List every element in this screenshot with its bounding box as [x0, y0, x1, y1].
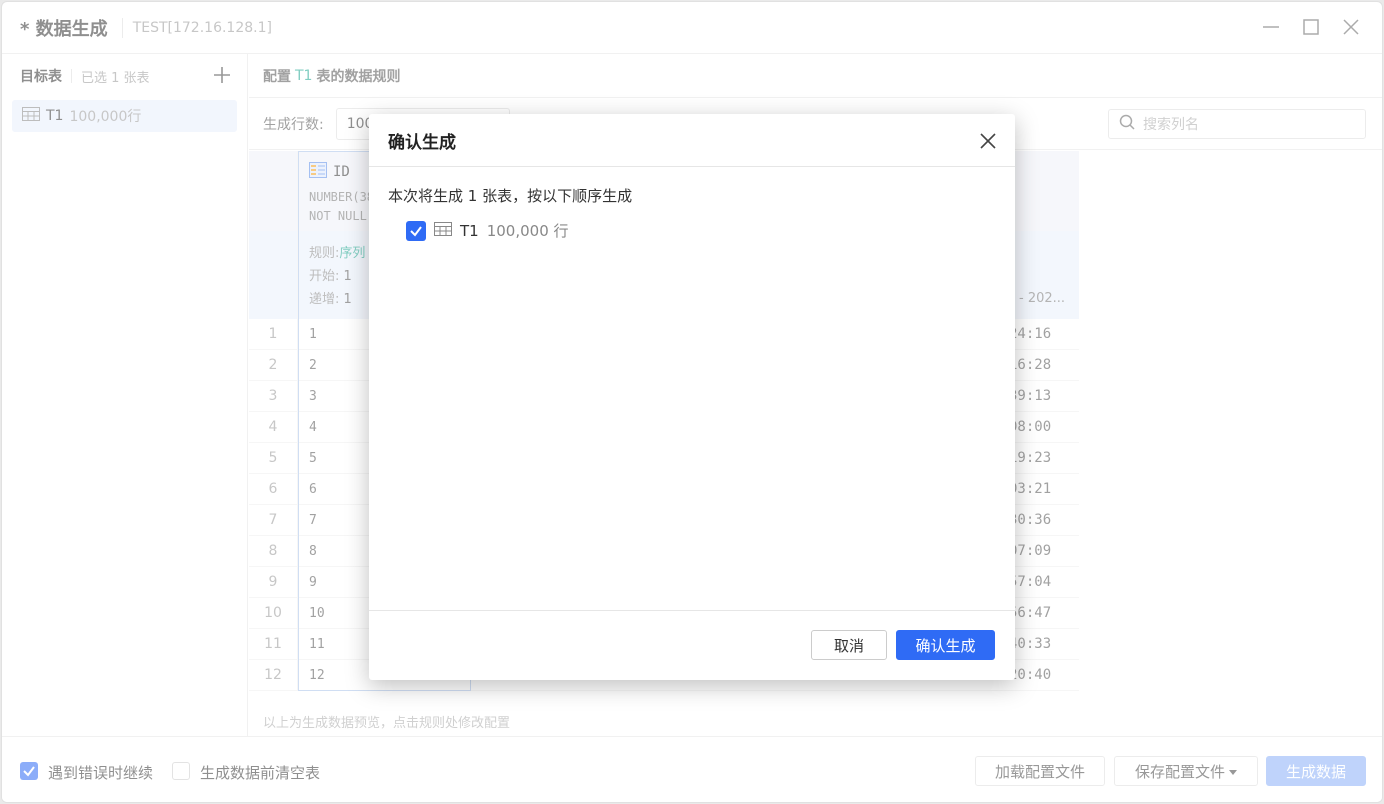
dialog-table-checkbox[interactable] [406, 220, 426, 241]
dialog-title: 确认生成 [388, 132, 456, 153]
dialog-close-icon[interactable] [977, 130, 999, 152]
dialog-footer: 取消 确认生成 [369, 610, 1015, 680]
dialog-table-rows: 100,000 行 [486, 222, 569, 240]
dialog-table-item: T1 100,000 行 [406, 220, 569, 241]
dialog-table-name: T1 [460, 221, 479, 240]
dialog-description: 本次将生成 1 张表，按以下顺序生成 [388, 187, 633, 205]
cancel-button[interactable]: 取消 [811, 630, 887, 660]
confirm-dialog: 确认生成 本次将生成 1 张表，按以下顺序生成 T1 100,000 行 取消 … [369, 114, 1015, 680]
confirm-generate-button[interactable]: 确认生成 [896, 630, 995, 660]
dialog-header: 确认生成 [369, 114, 1015, 167]
table-icon [434, 221, 452, 240]
